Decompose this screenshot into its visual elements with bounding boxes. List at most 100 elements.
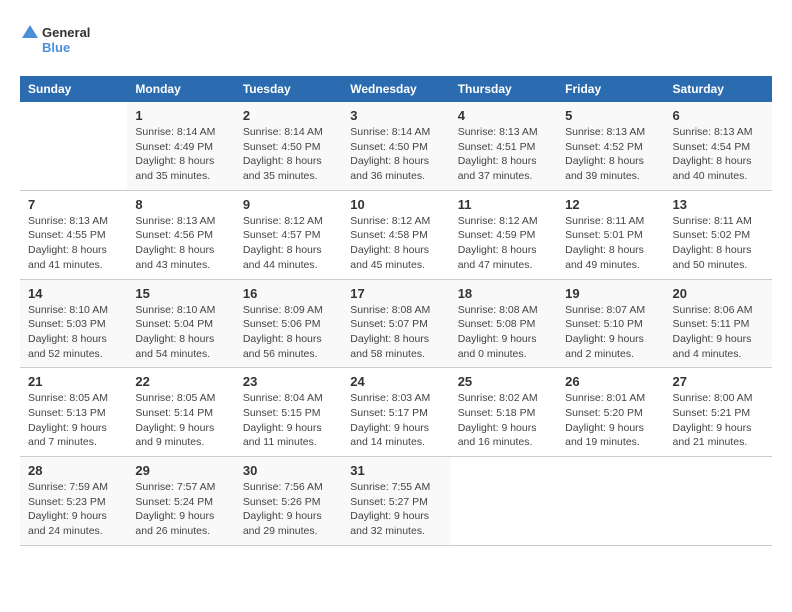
calendar-cell: 20 Sunrise: 8:06 AMSunset: 5:11 PMDayligh…	[665, 279, 772, 368]
calendar-cell: 17 Sunrise: 8:08 AMSunset: 5:07 PMDayligh…	[342, 279, 449, 368]
calendar-cell: 9 Sunrise: 8:12 AMSunset: 4:57 PMDaylight…	[235, 190, 342, 279]
calendar-cell: 30Sunrise: 7:56 AMSunset: 5:26 PMDayligh…	[235, 457, 342, 546]
day-info: Sunrise: 8:05 AMSunset: 5:14 PMDaylight:…	[135, 391, 226, 450]
day-info: Sunrise: 8:07 AMSunset: 5:10 PMDaylight:…	[565, 303, 656, 362]
day-info: Sunrise: 8:13 AMSunset: 4:55 PMDaylight:…	[28, 214, 119, 273]
calendar-cell	[665, 457, 772, 546]
calendar-cell: 28 Sunrise: 7:59 AMSunset: 5:23 PMDayligh…	[20, 457, 127, 546]
calendar-cell: 11 Sunrise: 8:12 AMSunset: 4:59 PMDayligh…	[450, 190, 557, 279]
column-header-friday: Friday	[557, 76, 664, 102]
page-header: General Blue	[20, 20, 772, 60]
day-number: 29	[135, 463, 226, 478]
logo: General Blue	[20, 20, 110, 60]
day-info: Sunrise: 8:05 AMSunset: 5:13 PMDaylight:…	[28, 391, 119, 450]
calendar-cell: 19 Sunrise: 8:07 AMSunset: 5:10 PMDayligh…	[557, 279, 664, 368]
calendar-cell: 1Sunrise: 8:14 AMSunset: 4:49 PMDaylight…	[127, 102, 234, 190]
day-number: 31	[350, 463, 441, 478]
day-number: 26	[565, 374, 656, 389]
calendar-cell	[557, 457, 664, 546]
calendar-cell	[20, 102, 127, 190]
calendar-cell: 31Sunrise: 7:55 AMSunset: 5:27 PMDayligh…	[342, 457, 449, 546]
day-number: 14	[28, 286, 119, 301]
day-info: Sunrise: 8:02 AMSunset: 5:18 PMDaylight:…	[458, 391, 549, 450]
day-info: Sunrise: 8:13 AMSunset: 4:56 PMDaylight:…	[135, 214, 226, 273]
calendar-table: SundayMondayTuesdayWednesdayThursdayFrid…	[20, 76, 772, 546]
calendar-cell: 12Sunrise: 8:11 AMSunset: 5:01 PMDayligh…	[557, 190, 664, 279]
day-number: 25	[458, 374, 549, 389]
calendar-cell: 14 Sunrise: 8:10 AMSunset: 5:03 PMDayligh…	[20, 279, 127, 368]
calendar-cell: 21 Sunrise: 8:05 AMSunset: 5:13 PMDayligh…	[20, 368, 127, 457]
day-info: Sunrise: 8:11 AMSunset: 5:02 PMDaylight:…	[673, 214, 764, 273]
day-number: 16	[243, 286, 334, 301]
column-header-thursday: Thursday	[450, 76, 557, 102]
day-number: 28	[28, 463, 119, 478]
week-row-5: 28 Sunrise: 7:59 AMSunset: 5:23 PMDayligh…	[20, 457, 772, 546]
calendar-cell: 18Sunrise: 8:08 AMSunset: 5:08 PMDayligh…	[450, 279, 557, 368]
column-header-tuesday: Tuesday	[235, 76, 342, 102]
day-number: 17	[350, 286, 441, 301]
svg-text:General: General	[42, 25, 90, 40]
day-info: Sunrise: 8:14 AMSunset: 4:50 PMDaylight:…	[350, 125, 441, 184]
day-number: 10	[350, 197, 441, 212]
day-number: 1	[135, 108, 226, 123]
calendar-cell: 2 Sunrise: 8:14 AMSunset: 4:50 PMDaylight…	[235, 102, 342, 190]
day-number: 11	[458, 197, 549, 212]
week-row-1: 1Sunrise: 8:14 AMSunset: 4:49 PMDaylight…	[20, 102, 772, 190]
day-info: Sunrise: 8:10 AMSunset: 5:03 PMDaylight:…	[28, 303, 119, 362]
day-number: 8	[135, 197, 226, 212]
column-header-wednesday: Wednesday	[342, 76, 449, 102]
calendar-cell: 23Sunrise: 8:04 AMSunset: 5:15 PMDayligh…	[235, 368, 342, 457]
day-info: Sunrise: 8:10 AMSunset: 5:04 PMDaylight:…	[135, 303, 226, 362]
day-number: 27	[673, 374, 764, 389]
calendar-cell: 22Sunrise: 8:05 AMSunset: 5:14 PMDayligh…	[127, 368, 234, 457]
day-number: 3	[350, 108, 441, 123]
calendar-cell: 26Sunrise: 8:01 AMSunset: 5:20 PMDayligh…	[557, 368, 664, 457]
calendar-cell: 25 Sunrise: 8:02 AMSunset: 5:18 PMDayligh…	[450, 368, 557, 457]
day-number: 13	[673, 197, 764, 212]
day-info: Sunrise: 8:08 AMSunset: 5:07 PMDaylight:…	[350, 303, 441, 362]
day-info: Sunrise: 8:12 AMSunset: 4:57 PMDaylight:…	[243, 214, 334, 273]
day-number: 4	[458, 108, 549, 123]
week-row-4: 21 Sunrise: 8:05 AMSunset: 5:13 PMDayligh…	[20, 368, 772, 457]
day-number: 24	[350, 374, 441, 389]
calendar-cell: 6 Sunrise: 8:13 AMSunset: 4:54 PMDaylight…	[665, 102, 772, 190]
column-header-saturday: Saturday	[665, 76, 772, 102]
day-info: Sunrise: 7:59 AMSunset: 5:23 PMDaylight:…	[28, 480, 119, 539]
day-number: 15	[135, 286, 226, 301]
day-info: Sunrise: 8:12 AMSunset: 4:58 PMDaylight:…	[350, 214, 441, 273]
day-number: 6	[673, 108, 764, 123]
day-info: Sunrise: 8:12 AMSunset: 4:59 PMDaylight:…	[458, 214, 549, 273]
day-info: Sunrise: 8:13 AMSunset: 4:54 PMDaylight:…	[673, 125, 764, 184]
calendar-cell: 24 Sunrise: 8:03 AMSunset: 5:17 PMDayligh…	[342, 368, 449, 457]
day-number: 2	[243, 108, 334, 123]
calendar-cell	[450, 457, 557, 546]
day-info: Sunrise: 8:03 AMSunset: 5:17 PMDaylight:…	[350, 391, 441, 450]
svg-text:Blue: Blue	[42, 40, 70, 55]
day-info: Sunrise: 7:56 AMSunset: 5:26 PMDaylight:…	[243, 480, 334, 539]
calendar-cell: 7 Sunrise: 8:13 AMSunset: 4:55 PMDaylight…	[20, 190, 127, 279]
day-info: Sunrise: 8:13 AMSunset: 4:51 PMDaylight:…	[458, 125, 549, 184]
day-info: Sunrise: 8:00 AMSunset: 5:21 PMDaylight:…	[673, 391, 764, 450]
day-number: 23	[243, 374, 334, 389]
calendar-cell: 3 Sunrise: 8:14 AMSunset: 4:50 PMDaylight…	[342, 102, 449, 190]
calendar-cell: 4 Sunrise: 8:13 AMSunset: 4:51 PMDaylight…	[450, 102, 557, 190]
day-info: Sunrise: 8:06 AMSunset: 5:11 PMDaylight:…	[673, 303, 764, 362]
day-number: 7	[28, 197, 119, 212]
logo-svg: General Blue	[20, 20, 110, 60]
day-info: Sunrise: 8:11 AMSunset: 5:01 PMDaylight:…	[565, 214, 656, 273]
week-row-3: 14 Sunrise: 8:10 AMSunset: 5:03 PMDayligh…	[20, 279, 772, 368]
day-info: Sunrise: 7:57 AMSunset: 5:24 PMDaylight:…	[135, 480, 226, 539]
day-info: Sunrise: 8:08 AMSunset: 5:08 PMDaylight:…	[458, 303, 549, 362]
calendar-cell: 29 Sunrise: 7:57 AMSunset: 5:24 PMDayligh…	[127, 457, 234, 546]
week-row-2: 7 Sunrise: 8:13 AMSunset: 4:55 PMDaylight…	[20, 190, 772, 279]
calendar-cell: 15 Sunrise: 8:10 AMSunset: 5:04 PMDayligh…	[127, 279, 234, 368]
calendar-cell: 10 Sunrise: 8:12 AMSunset: 4:58 PMDayligh…	[342, 190, 449, 279]
calendar-cell: 27 Sunrise: 8:00 AMSunset: 5:21 PMDayligh…	[665, 368, 772, 457]
day-number: 9	[243, 197, 334, 212]
calendar-cell: 8 Sunrise: 8:13 AMSunset: 4:56 PMDaylight…	[127, 190, 234, 279]
day-info: Sunrise: 8:14 AMSunset: 4:50 PMDaylight:…	[243, 125, 334, 184]
day-number: 20	[673, 286, 764, 301]
column-header-monday: Monday	[127, 76, 234, 102]
day-number: 21	[28, 374, 119, 389]
day-number: 19	[565, 286, 656, 301]
